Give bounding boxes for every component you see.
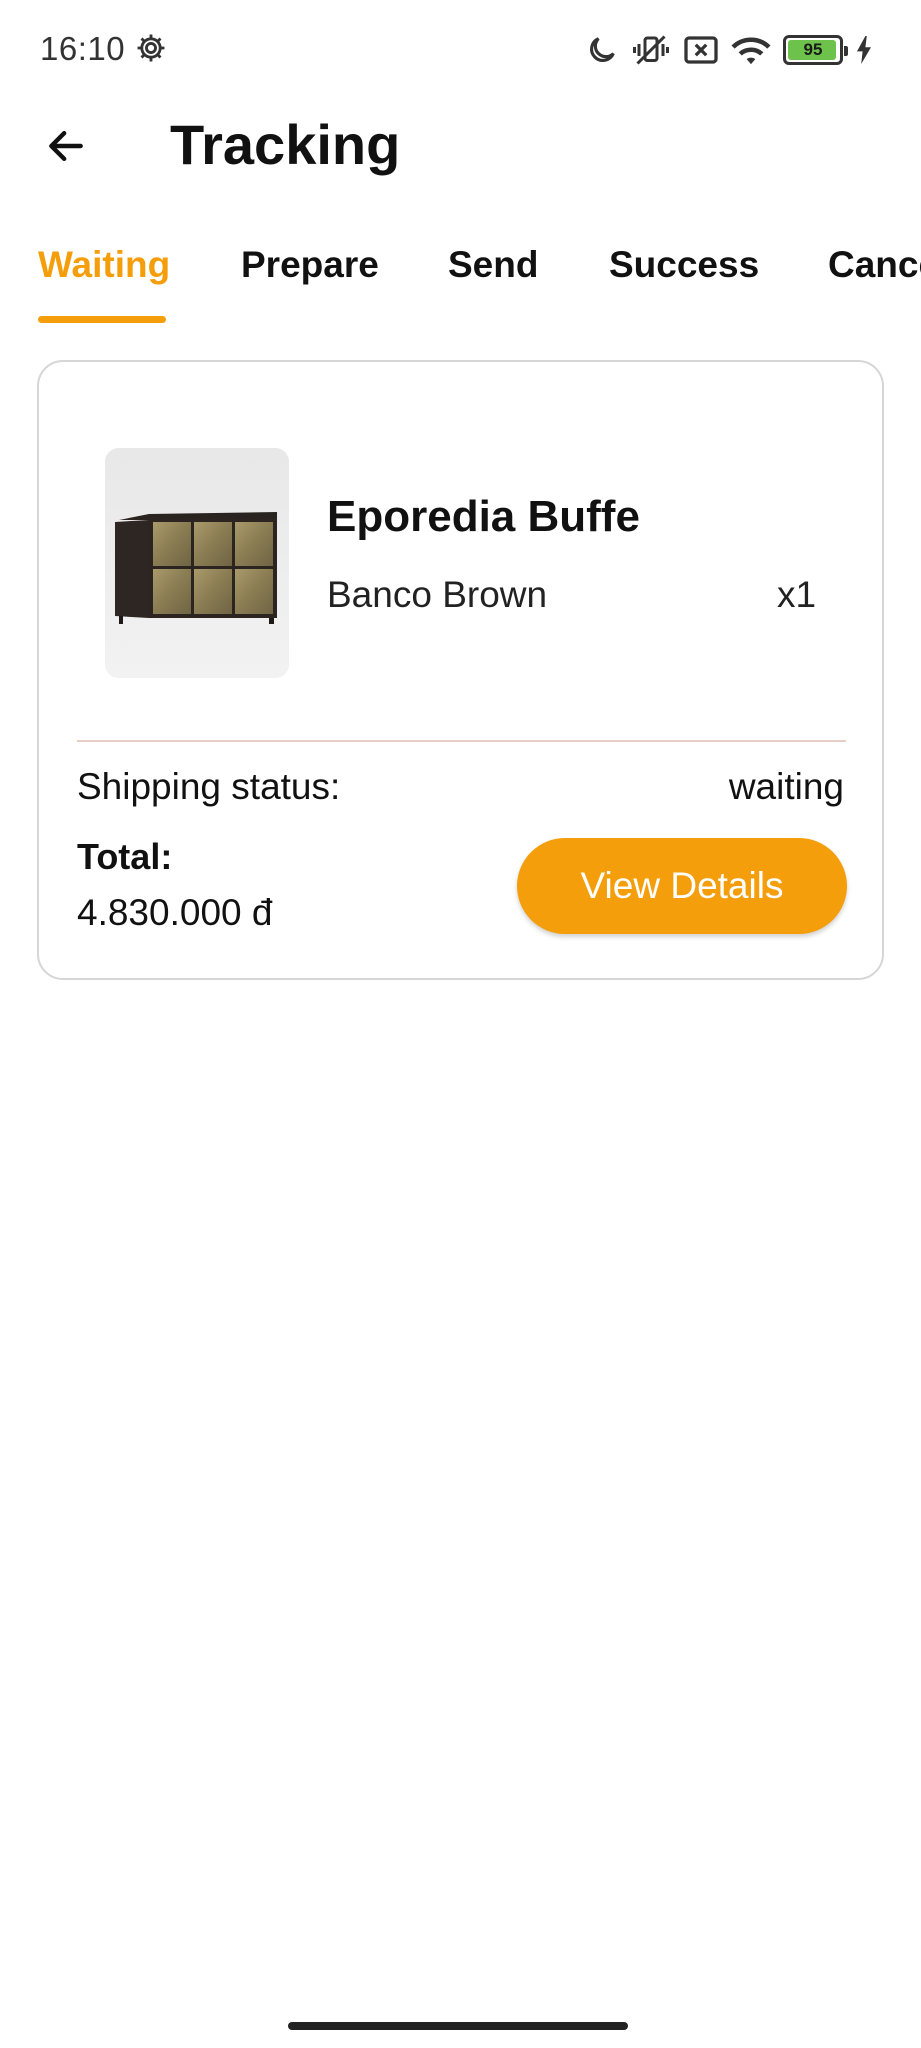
shipping-status-value: waiting — [728, 766, 844, 807]
product-name: Eporedia Buffe — [327, 492, 640, 541]
home-indicator[interactable] — [288, 2022, 628, 2030]
product-image — [105, 448, 289, 678]
total-value: 4.830.000 đ — [77, 892, 273, 933]
sim-none-icon — [683, 33, 719, 67]
tab-send[interactable]: Send — [448, 244, 538, 286]
total-label: Total: — [77, 836, 173, 877]
status-bar: 16:10 95 — [0, 0, 921, 100]
active-tab-indicator — [38, 316, 166, 323]
status-icons: 95 — [585, 30, 873, 70]
product-variant: Banco Brown — [327, 574, 548, 615]
settings-gear-icon — [134, 31, 168, 65]
view-details-button[interactable]: View Details — [517, 838, 847, 934]
arrow-left-icon — [49, 130, 83, 162]
back-button[interactable] — [36, 116, 96, 176]
page-title: Tracking — [170, 113, 401, 176]
status-tabs: Waiting Prepare Send Success Cancel — [0, 228, 921, 328]
battery-percent: 95 — [803, 40, 823, 59]
charging-bolt-icon — [855, 36, 873, 64]
shipping-status-label: Shipping status: — [77, 766, 341, 807]
tab-prepare[interactable]: Prepare — [241, 244, 379, 286]
vibrate-off-icon — [631, 32, 671, 68]
product-quantity: x1 — [777, 574, 817, 615]
tab-success[interactable]: Success — [609, 244, 759, 286]
wifi-icon — [731, 33, 771, 67]
tab-waiting[interactable]: Waiting — [38, 244, 170, 286]
order-card: Eporedia Buffe Banco Brown x1 Shipping s… — [37, 360, 884, 980]
tab-cancel[interactable]: Cancel — [828, 244, 921, 286]
moon-icon — [585, 33, 619, 67]
status-time: 16:10 — [40, 30, 126, 67]
battery-icon: 95 — [783, 35, 848, 65]
card-divider — [77, 740, 846, 742]
app-bar: Tracking — [0, 100, 921, 190]
